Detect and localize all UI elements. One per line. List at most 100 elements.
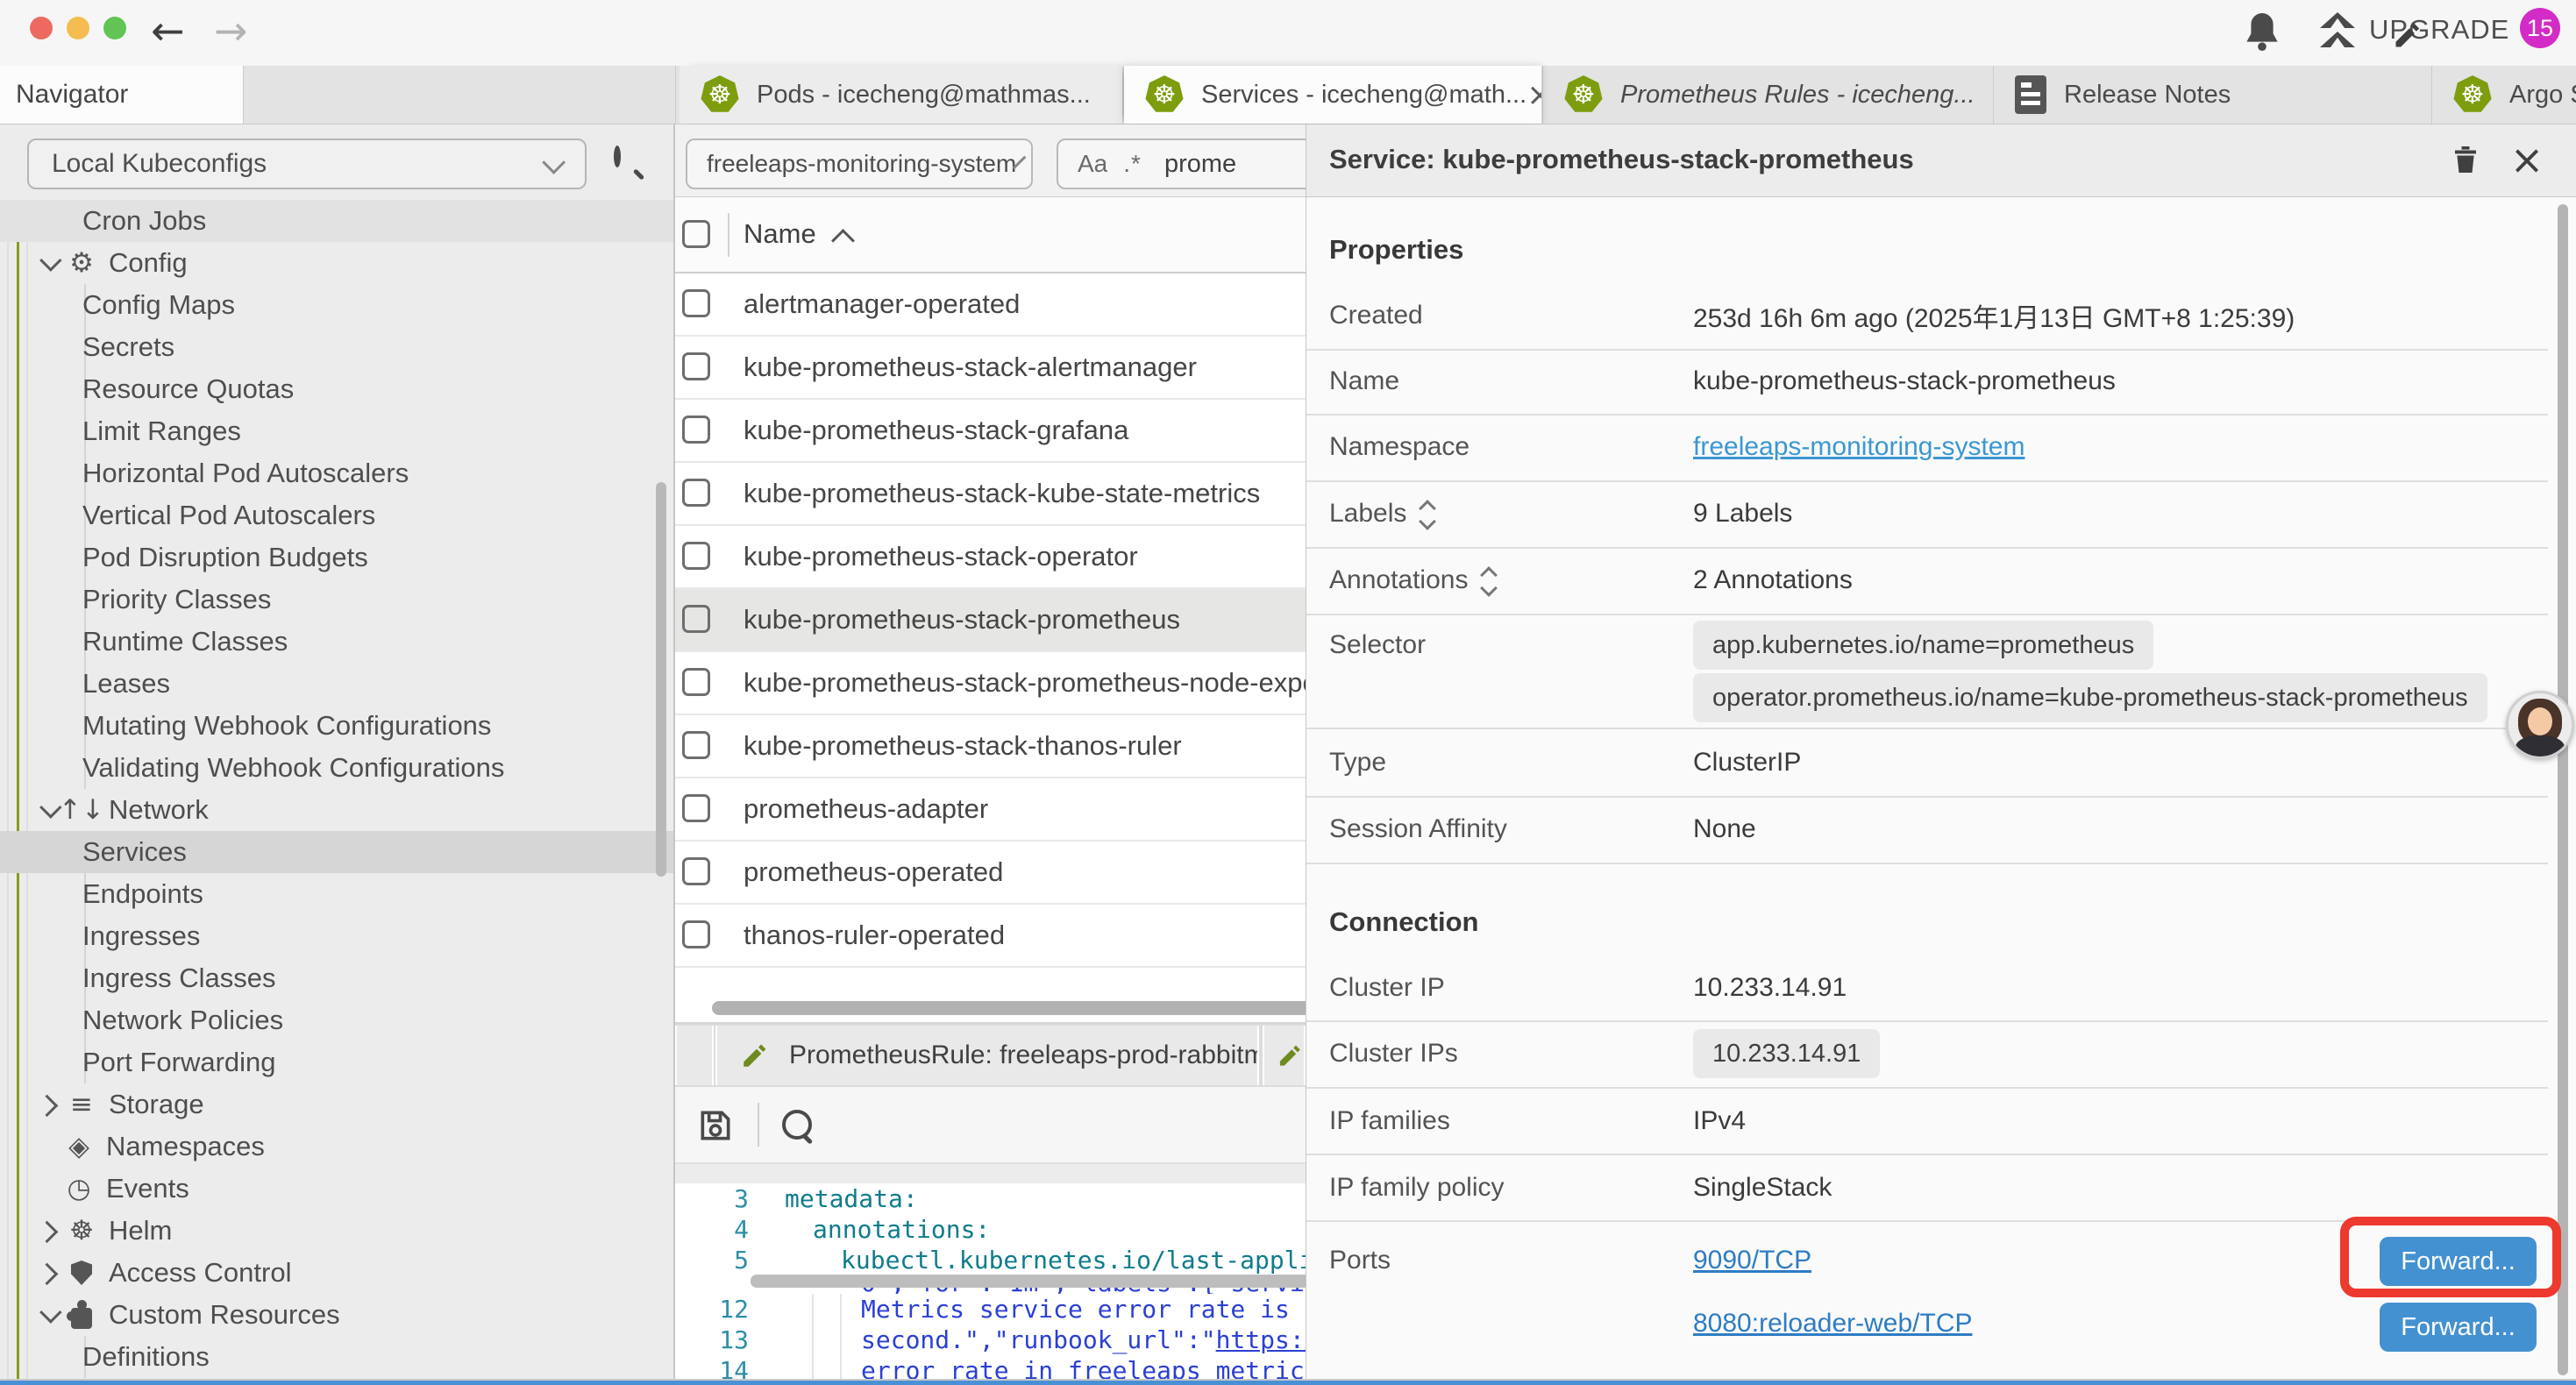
sidebar-item-resource-quotas[interactable]: Resource Quotas: [0, 368, 673, 410]
sidebar-item-network-policies[interactable]: Network Policies: [0, 999, 673, 1041]
tab-prometheus-rules[interactable]: ☸ Prometheus Rules - icecheng...: [1543, 66, 1992, 124]
table-row[interactable]: prometheus-adapter: [675, 778, 1306, 842]
row-checkbox[interactable]: [682, 352, 710, 380]
close-window-button[interactable]: [30, 17, 53, 39]
sidebar-item-access-control[interactable]: Access Control: [0, 1252, 673, 1294]
tab-argo[interactable]: ☸ Argo Se: [2432, 66, 2576, 124]
row-checkbox[interactable]: [682, 668, 710, 696]
sidebar-item-custom-resources[interactable]: Custom Resources: [0, 1294, 673, 1336]
sidebar-item-helm[interactable]: ☸Helm: [0, 1210, 673, 1252]
sidebar-item-runtime-classes[interactable]: Runtime Classes: [0, 621, 673, 663]
regex-toggle[interactable]: .*: [1123, 150, 1142, 178]
sidebar-item-ingresses[interactable]: Ingresses: [0, 915, 673, 957]
maximize-window-button[interactable]: [103, 17, 126, 39]
edit-icon[interactable]: [2388, 16, 2427, 54]
row-checkbox[interactable]: [682, 542, 710, 570]
port-link-9090[interactable]: 9090/TCP: [1693, 1246, 1811, 1275]
port-link-8080[interactable]: 8080:reloader-web/TCP: [1693, 1309, 1973, 1339]
table-row[interactable]: kube-prometheus-stack-thanos-ruler: [675, 715, 1306, 778]
sidebar-item-endpoints[interactable]: Endpoints: [0, 873, 673, 915]
editor-tab-prometheusrule[interactable]: PrometheusRule: freeleaps-prod-rabbitmq: [715, 1026, 1259, 1085]
match-case-toggle[interactable]: Aa: [1078, 150, 1107, 178]
close-icon[interactable]: ×: [2508, 140, 2546, 179]
code-link[interactable]: https://net: [1216, 1325, 1306, 1354]
sidebar-item-namespaces[interactable]: ◈Namespaces: [0, 1126, 673, 1168]
table-row-selected[interactable]: kube-prometheus-stack-prometheus: [675, 589, 1306, 652]
expand-toggle-icon[interactable]: [1419, 499, 1438, 529]
minimize-window-button[interactable]: [67, 17, 89, 39]
yaml-editor[interactable]: 3metadata: 4annotations: 5kubectl.kubern…: [675, 1183, 1306, 1381]
sidebar-item-port-forwarding[interactable]: Port Forwarding: [0, 1041, 673, 1083]
row-checkbox[interactable]: [682, 605, 710, 633]
editor-search-icon[interactable]: [782, 1110, 812, 1140]
table-row[interactable]: kube-prometheus-stack-operator: [675, 526, 1306, 589]
sidebar-item-services[interactable]: Services: [0, 831, 673, 873]
tab-bar: Navigator ☸ Pods - icecheng@mathmas... ☸…: [0, 66, 2576, 124]
tab-release-notes[interactable]: Release Notes: [1994, 66, 2430, 124]
forward-button-8080[interactable]: Forward...: [2380, 1303, 2537, 1352]
tab-pods[interactable]: ☸ Pods - icecheng@mathmas...: [680, 66, 1122, 124]
save-icon[interactable]: [696, 1106, 735, 1145]
expand-toggle-icon[interactable]: [1480, 565, 1499, 595]
editor-tab-next[interactable]: [1263, 1026, 1306, 1085]
table-row[interactable]: kube-prometheus-stack-alertmanager: [675, 337, 1306, 400]
assistant-avatar[interactable]: [2506, 691, 2574, 759]
namespace-link[interactable]: freeleaps-monitoring-system: [1693, 432, 2025, 462]
table-horizontal-scrollbar[interactable]: [712, 1001, 1306, 1015]
back-icon[interactable]: ←: [151, 7, 185, 54]
filter-input[interactable]: Aa .* prome: [1057, 138, 1306, 189]
sidebar-item-definitions[interactable]: Definitions: [0, 1336, 673, 1378]
sidebar-item-leases[interactable]: Leases: [0, 663, 673, 705]
sidebar-item-validating-webhook-configurations[interactable]: Validating Webhook Configurations: [0, 747, 673, 789]
detail-scrollbar[interactable]: [2558, 204, 2568, 1375]
sidebar-item-network[interactable]: ↑↓Network: [0, 789, 673, 831]
table-row[interactable]: thanos-ruler-operated: [675, 905, 1306, 968]
namespace-select[interactable]: freeleaps-monitoring-system: [686, 138, 1033, 189]
forward-icon[interactable]: →: [214, 7, 248, 54]
row-checkbox[interactable]: [682, 731, 710, 759]
sidebar-scrollbar[interactable]: [656, 482, 666, 877]
sidebar-item-mutating-webhook-configurations[interactable]: Mutating Webhook Configurations: [0, 705, 673, 747]
kubernetes-icon: ☸: [1145, 75, 1184, 114]
sidebar-item-config-maps[interactable]: Config Maps: [0, 284, 673, 326]
sidebar-item-priority-classes[interactable]: Priority Classes: [0, 579, 673, 621]
chevron-right-icon: [36, 1263, 58, 1285]
column-header-name[interactable]: Name: [744, 218, 816, 250]
sidebar-item-horizontal-pod-autoscalers[interactable]: Horizontal Pod Autoscalers: [0, 452, 673, 494]
table-row[interactable]: alertmanager-operated: [675, 273, 1306, 337]
table-row[interactable]: prometheus-operated: [675, 842, 1306, 905]
pencil-icon: [1277, 1041, 1304, 1070]
row-checkbox[interactable]: [682, 794, 710, 822]
property-value-session-affinity: None: [1693, 812, 1756, 847]
table-row[interactable]: kube-prometheus-stack-kube-state-metrics: [675, 463, 1306, 526]
sidebar-item-limit-ranges[interactable]: Limit Ranges: [0, 410, 673, 452]
row-checkbox[interactable]: [682, 479, 710, 507]
tab-navigator[interactable]: Navigator: [0, 66, 244, 124]
sidebar-item-vertical-pod-autoscalers[interactable]: Vertical Pod Autoscalers: [0, 494, 673, 536]
property-value-annotations: 2 Annotations: [1693, 563, 1853, 598]
sidebar-search-icon[interactable]: [614, 149, 621, 165]
toolbar-divider: [758, 1103, 759, 1147]
delete-icon[interactable]: [2446, 140, 2485, 179]
sidebar-item-cron-jobs[interactable]: Cron Jobs: [0, 200, 673, 242]
sidebar-item-pod-disruption-budgets[interactable]: Pod Disruption Budgets: [0, 536, 673, 579]
notifications-bell-icon[interactable]: [2241, 11, 2283, 60]
sidebar-item-config[interactable]: ⚙Config: [0, 242, 673, 284]
sidebar-item-storage[interactable]: ≡Storage: [0, 1083, 673, 1126]
row-checkbox[interactable]: [682, 920, 710, 948]
sidebar-item-events[interactable]: ◷Events: [0, 1168, 673, 1210]
property-value-ip-families: IPv4: [1693, 1104, 1746, 1139]
sidebar-item-secrets[interactable]: Secrets: [0, 326, 673, 368]
tab-services[interactable]: ☸ Services - icecheng@math... ×: [1124, 66, 1541, 124]
sidebar-item-ingress-classes[interactable]: Ingress Classes: [0, 957, 673, 999]
select-all-checkbox[interactable]: [682, 220, 710, 248]
notification-count-badge[interactable]: 15: [2520, 8, 2560, 48]
table-row[interactable]: kube-prometheus-stack-grafana: [675, 400, 1306, 463]
kubeconfig-select[interactable]: Local Kubeconfigs: [27, 138, 587, 189]
row-checkbox[interactable]: [682, 416, 710, 444]
table-row[interactable]: kube-prometheus-stack-prometheus-node-ex…: [675, 652, 1306, 715]
row-checkbox[interactable]: [682, 289, 710, 317]
tab-close-icon[interactable]: ×: [1526, 77, 1541, 113]
row-checkbox[interactable]: [682, 857, 710, 885]
editor-horizontal-scrollbar[interactable]: [751, 1275, 1306, 1288]
